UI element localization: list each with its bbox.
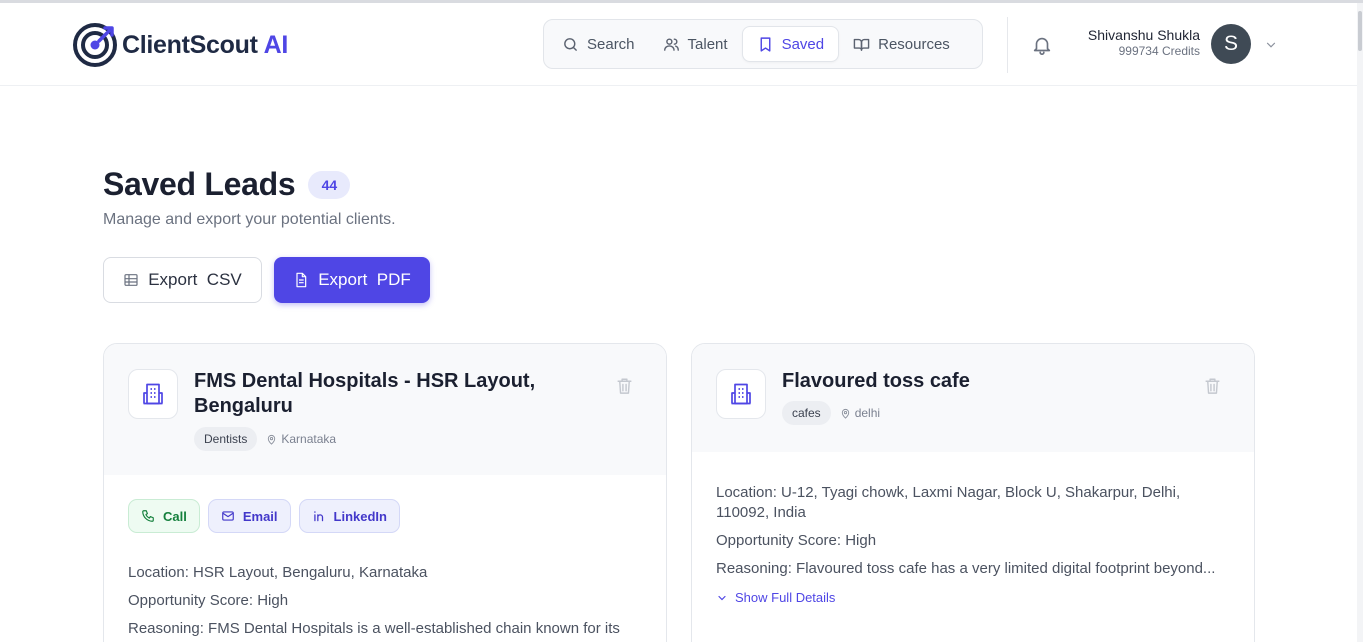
lead-score: Opportunity Score: High bbox=[128, 592, 289, 609]
mail-icon bbox=[222, 511, 234, 521]
nav-talent-label: Talent bbox=[687, 35, 728, 53]
user-credits: 999734 Credits bbox=[1118, 44, 1200, 58]
lead-name: Flavoured toss cafe bbox=[782, 370, 970, 392]
lead-tags: cafes delhi bbox=[782, 401, 880, 425]
map-pin-icon bbox=[268, 434, 276, 445]
linkedin-icon bbox=[313, 511, 323, 522]
lead-reasoning: Reasoning: Flavoured toss cafe has a ver… bbox=[716, 560, 1216, 577]
category-tag: Dentists bbox=[194, 427, 258, 451]
brand-suffix: AI bbox=[263, 30, 289, 59]
email-button[interactable]: Email bbox=[207, 499, 291, 533]
lead-reasoning: Reasoning: FMS Dental Hospitals is a wel… bbox=[128, 620, 620, 637]
user-info[interactable]: Shivanshu Shukla 999734 Credits bbox=[1060, 27, 1200, 58]
lead-card-header: FMS Dental Hospitals - HSR Layout, Benga… bbox=[104, 344, 666, 475]
trash-icon[interactable] bbox=[615, 376, 634, 396]
lead-card: FMS Dental Hospitals - HSR Layout, Benga… bbox=[103, 343, 667, 642]
building-icon bbox=[143, 383, 163, 405]
brand-name: ClientScout AI bbox=[122, 30, 289, 59]
file-text-icon bbox=[296, 272, 307, 288]
lead-tags: Dentists Karnataka bbox=[194, 427, 336, 451]
export-pdf-button[interactable]: Export PDF bbox=[274, 257, 430, 303]
lead-name: FMS Dental Hospitals - HSR Layout, Benga… bbox=[194, 370, 536, 417]
lead-score: Opportunity Score: High bbox=[716, 532, 877, 549]
show-full-details-button[interactable]: Show Full Details bbox=[716, 590, 835, 605]
trash-icon[interactable] bbox=[1203, 376, 1222, 396]
page-subtitle: Manage and export your potential clients… bbox=[103, 211, 396, 228]
users-icon bbox=[663, 37, 679, 51]
chevron-down-icon bbox=[718, 595, 726, 600]
nav-saved[interactable]: Saved bbox=[741, 26, 840, 62]
book-open-icon bbox=[853, 38, 870, 51]
category-tag: cafes bbox=[782, 401, 831, 425]
map-pin-icon bbox=[841, 408, 849, 419]
show-full-details-label: Show Full Details bbox=[735, 590, 836, 605]
page-scrollbar[interactable] bbox=[1357, 3, 1363, 642]
linkedin-button[interactable]: LinkedIn bbox=[298, 499, 400, 533]
bell-icon[interactable] bbox=[1031, 34, 1053, 56]
region-text: delhi bbox=[854, 406, 881, 420]
header-divider bbox=[1007, 17, 1008, 73]
page-title: Saved Leads bbox=[103, 166, 296, 202]
nav-resources-label: Resources bbox=[878, 35, 950, 53]
avatar[interactable]: S bbox=[1211, 24, 1251, 64]
user-name: Shivanshu Shukla bbox=[1087, 27, 1200, 43]
chevron-down-icon[interactable] bbox=[1264, 38, 1278, 52]
page-title-row: Saved Leads 44 bbox=[103, 166, 351, 203]
lead-card-header: Flavoured toss cafe cafes delhi bbox=[692, 344, 1254, 452]
scrollbar-thumb[interactable] bbox=[1358, 11, 1362, 51]
nav-resources[interactable]: Resources bbox=[839, 26, 964, 62]
main-nav: Search Talent Saved Resources bbox=[543, 19, 983, 69]
nav-talent[interactable]: Talent bbox=[649, 26, 742, 62]
region-label: Karnataka bbox=[266, 432, 336, 446]
call-label: Call bbox=[163, 508, 187, 524]
nav-search-label: Search bbox=[587, 35, 635, 53]
target-logo-icon bbox=[73, 23, 117, 67]
lead-card: Flavoured toss cafe cafes delhi Location… bbox=[691, 343, 1255, 642]
export-pdf-label: Export PDF bbox=[318, 270, 411, 289]
lead-location: Location: HSR Layout, Bengaluru, Karnata… bbox=[128, 564, 428, 581]
building-icon bbox=[731, 383, 751, 405]
region-label: delhi bbox=[840, 406, 880, 420]
lead-location: Location: U-12, Tyagi chowk, Laxmi Nagar… bbox=[716, 484, 1181, 521]
brand-logo[interactable]: ClientScout AI bbox=[72, 22, 288, 68]
search-icon bbox=[564, 37, 577, 51]
top-navbar: ClientScout AI Search Talent Saved Resour… bbox=[0, 3, 1363, 86]
contact-actions: Call Email LinkedIn bbox=[128, 499, 408, 533]
bookmark-icon bbox=[760, 36, 771, 52]
table-icon bbox=[124, 274, 138, 286]
nav-search[interactable]: Search bbox=[548, 26, 649, 62]
linkedin-label: LinkedIn bbox=[333, 508, 387, 524]
call-button[interactable]: Call bbox=[128, 499, 200, 533]
lead-icon-box bbox=[128, 369, 178, 419]
phone-icon bbox=[142, 510, 154, 522]
region-text: Karnataka bbox=[281, 432, 337, 446]
saved-count-badge: 44 bbox=[308, 170, 351, 199]
export-csv-button[interactable]: Export CSV bbox=[103, 257, 262, 303]
lead-icon-box bbox=[716, 369, 766, 419]
export-csv-label: Export CSV bbox=[148, 270, 242, 289]
nav-saved-label: Saved bbox=[781, 35, 825, 53]
email-label: Email bbox=[242, 508, 278, 524]
